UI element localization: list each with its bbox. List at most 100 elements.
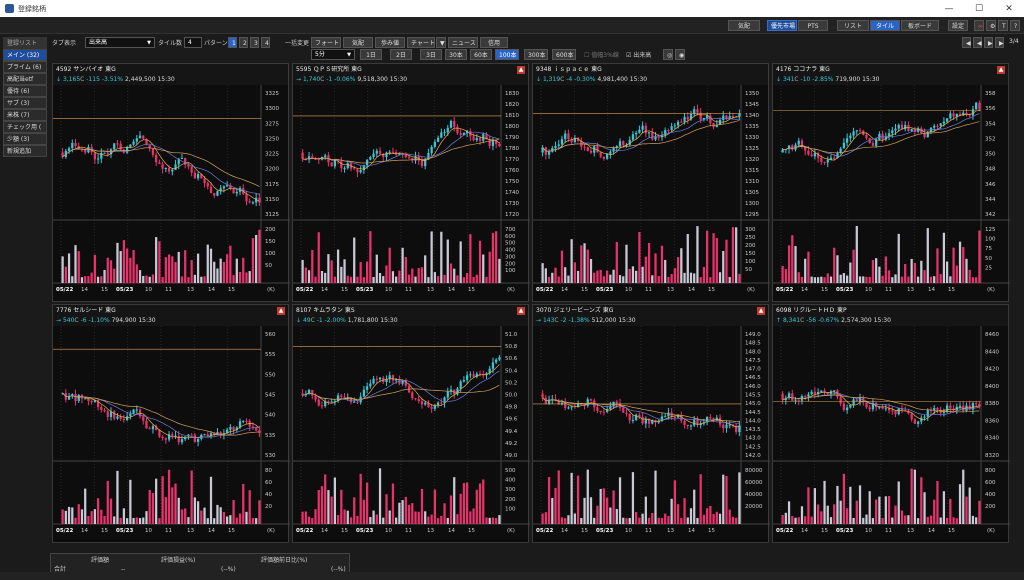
stock-tile[interactable]: 5595 ＱＰＳ研究所 東G ▲ → 1,740C -1 -0.06% 9,518,…	[292, 63, 530, 303]
candle-body	[180, 439, 184, 443]
tile-count-select[interactable]: 4	[184, 37, 202, 48]
chart-dropdown-icon[interactable]: ▼	[436, 37, 446, 48]
last-page-icon[interactable]: ▶	[995, 37, 1004, 48]
credit-button[interactable]: 信用	[480, 37, 508, 48]
minimize-button[interactable]: —	[934, 4, 964, 14]
price-change-pct: -1.10%	[88, 317, 110, 324]
alert-icon[interactable]: ▲	[517, 66, 525, 74]
close-flag: C	[800, 317, 805, 324]
alert-icon[interactable]: ▲	[517, 307, 525, 315]
chart-area[interactable]: 8460 8440 8420 8400 8380 8360 8340 8320 800 600 40…	[773, 326, 1010, 544]
board-view-button[interactable]: 板ボード	[901, 20, 939, 31]
news-button[interactable]: ニュース	[448, 37, 478, 48]
alert-icon[interactable]: ▲	[277, 307, 285, 315]
kinds-button[interactable]: 気配	[728, 20, 760, 31]
prev-page-icon[interactable]: ◀	[973, 37, 982, 48]
chart-area[interactable]: 560 555 550 545 540 535 530 80 60 40 20 (K) 05/22 14 1…	[53, 326, 290, 544]
volume-bar	[971, 515, 975, 524]
volume-bar	[122, 240, 126, 283]
interval-select[interactable]: 5分 ▼	[311, 49, 355, 60]
chart-area[interactable]: 1830 1820 1810 1800 1790 1780 1770 1760 1750 1740…	[293, 85, 530, 303]
link-icon[interactable]: ∞	[974, 20, 984, 31]
volume-bar	[258, 500, 261, 524]
list-view-button[interactable]: リスト	[837, 20, 869, 31]
volume-bar	[177, 497, 180, 524]
priority-market-button[interactable]: 優先市場	[767, 20, 797, 31]
settings-button[interactable]: 設定	[948, 20, 968, 31]
volume-bar	[657, 275, 660, 283]
stock-tile[interactable]: 6098 リクルートＨＤ 東P ↑ 8,341C -56 -0.67% 2,574…	[772, 304, 1010, 544]
chart-area[interactable]: 358 356 354 352 350 348 346 344 342 125 100 75 50 25 (…	[773, 85, 1010, 303]
chart-area[interactable]: 149.0 148.5 148.0 147.5 147.0 146.5 146.0 145.5…	[533, 326, 770, 544]
bars-300-button[interactable]: 300本	[524, 49, 548, 60]
chart-area[interactable]: 51.0 50.8 50.6 50.4 50.2 50.0 49.8 49.6 49.4 49.2…	[293, 326, 530, 544]
volume-bar	[920, 260, 923, 283]
refresh-icon[interactable]: ◉	[675, 49, 685, 60]
bars-60-button[interactable]: 60本	[470, 49, 492, 60]
time: 15:30	[618, 317, 636, 324]
stock-tile[interactable]: 4176 ココナラ 東G ▲ ↓ 341C -10 -2.85% 719,900 1…	[772, 63, 1010, 303]
next-page-icon[interactable]: ▶	[984, 37, 993, 48]
price-limit-checkbox[interactable]: ☐ 值幅3%線	[584, 50, 619, 59]
stock-tile[interactable]: 4592 サンバイオ 東G ↓ 3,165C -115 -3.51% 2,449,…	[52, 63, 290, 303]
text-size-icon[interactable]: T	[998, 20, 1008, 31]
maximize-button[interactable]: ☐	[964, 4, 994, 14]
volume-bar	[209, 248, 213, 283]
sidebar-item-us-stocks[interactable]: 米株 (7)	[3, 109, 47, 121]
bars-600-button[interactable]: 600本	[552, 49, 576, 60]
volume-bar	[369, 231, 372, 283]
sidebar-item-check[interactable]: チェック用 (	[3, 121, 47, 133]
candle-body	[891, 130, 894, 134]
volume-bar	[836, 255, 839, 283]
days-1-button[interactable]: 1日	[360, 49, 382, 60]
time-tick-label: 14	[321, 528, 328, 534]
stock-tile[interactable]: 8107 キムラタン 東S ▲ ↓ 49C -1 -2.00% 1,781,800 …	[292, 304, 530, 544]
sidebar-item-high-dividend[interactable]: 高配当etf	[3, 73, 47, 85]
volume-bar	[190, 260, 193, 283]
quote-button[interactable]: フォート	[311, 37, 341, 48]
bars-100-button[interactable]: 100本	[495, 49, 519, 60]
price-tick-label: 1770	[505, 157, 519, 163]
gear-icon[interactable]: ⚙	[986, 20, 996, 31]
days-3-button[interactable]: 3日	[420, 49, 442, 60]
volume-bar	[958, 484, 962, 524]
chart-area[interactable]: 3325 3300 3275 3250 3225 3200 3175 3150 3125 200 1…	[53, 85, 290, 303]
pattern-4-button[interactable]: 4	[261, 37, 270, 48]
search-icon[interactable]: ◎	[663, 49, 673, 60]
sidebar-item-prime[interactable]: プライム (6)	[3, 61, 47, 73]
volume-bar	[644, 496, 647, 524]
sidebar-item-yutai[interactable]: 優待 (6)	[3, 85, 47, 97]
candle-body	[865, 402, 868, 408]
stock-tile[interactable]: 7776 セルシード 東G ▲ → 540C -6 -1.10% 794,900 1…	[52, 304, 290, 544]
kehai-button[interactable]: 気配	[343, 37, 373, 48]
pattern-2-button[interactable]: 2	[239, 37, 248, 48]
stock-tile[interactable]: 9348 ｉｓｐａｃｅ 東G ↓ 1,319C -4 -0.30% 4,981,4…	[532, 63, 770, 303]
sidebar-item-sub[interactable]: サブ (3)	[3, 97, 47, 109]
tab-select[interactable]: 出来高 ▼	[85, 37, 155, 48]
first-page-icon[interactable]: ◀	[962, 37, 971, 48]
volume-bar	[478, 483, 482, 524]
days-2-button[interactable]: 2日	[390, 49, 412, 60]
sidebar-add-new-button[interactable]: 新規追加	[3, 145, 47, 157]
chart-button[interactable]: チャート	[407, 37, 435, 48]
sidebar-item-main[interactable]: メイン (32)	[3, 49, 47, 61]
bars-30-button[interactable]: 30本	[445, 49, 467, 60]
price-change-pct: -2.85%	[812, 76, 834, 83]
volume-bar	[797, 272, 800, 283]
alert-icon[interactable]: ▲	[997, 66, 1005, 74]
help-icon[interactable]: ?	[1010, 20, 1020, 31]
pts-button[interactable]: PTS	[798, 20, 828, 31]
ayumi-button[interactable]: 歩み値	[375, 37, 405, 48]
alert-icon[interactable]: ▲	[757, 307, 765, 315]
tile-view-button[interactable]: タイル	[870, 20, 900, 31]
volume-bar	[606, 497, 609, 524]
chart-area[interactable]: 1350 1345 1340 1335 1330 1325 1320 1315 1310 1305…	[533, 85, 770, 303]
pattern-1-button[interactable]: 1	[228, 37, 237, 48]
sidebar-item-small[interactable]: 少額 (3)	[3, 133, 47, 145]
volume-checkbox[interactable]: ☑ 出来高	[626, 50, 651, 59]
stock-tile[interactable]: 3070 ジェリービーンズ 東G ▲ → 143C -2 -1.38% 512,00…	[532, 304, 770, 544]
candle-body	[725, 115, 728, 120]
volume-tick-label: 100	[265, 251, 276, 257]
close-button[interactable]: ✕	[994, 4, 1024, 14]
pattern-3-button[interactable]: 3	[250, 37, 259, 48]
